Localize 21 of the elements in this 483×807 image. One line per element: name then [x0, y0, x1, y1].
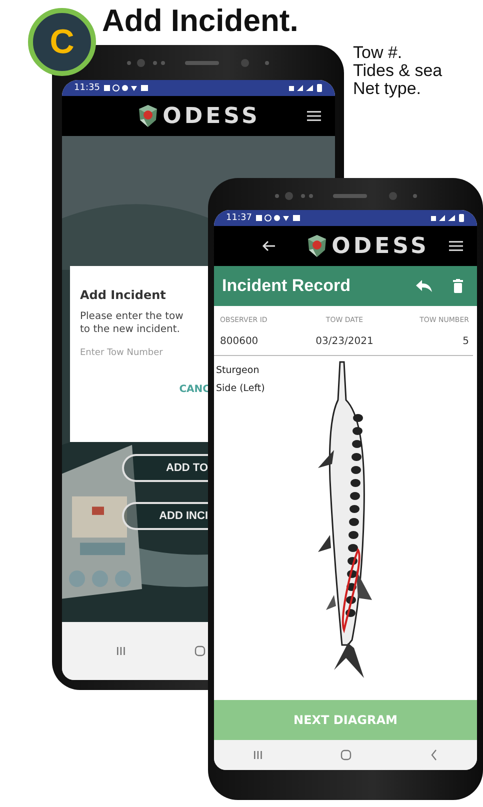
dialog-title: Add Incident: [80, 288, 166, 302]
dialog-message: Please enter the tow: [80, 310, 184, 323]
toolbar-title: Incident Record: [222, 276, 350, 296]
outlined-button[interactable]: ADD TO: [122, 454, 210, 482]
outlined-button[interactable]: ADD INCI: [122, 502, 210, 530]
app-logo-text: ODESS: [162, 104, 260, 128]
app-logo-text: ODESS: [332, 234, 430, 258]
step-badge: C: [28, 8, 96, 76]
column-value: 5: [462, 336, 469, 347]
status-time: 11:35: [74, 83, 100, 93]
tow-number-field[interactable]: Enter Tow Number: [80, 348, 190, 358]
note-text: Tides & sea: [353, 62, 442, 80]
column-value: 800600: [220, 336, 258, 347]
slide-title: Add Incident.: [102, 4, 298, 38]
diagram-label: Side (Left): [216, 382, 265, 396]
note-text: Tow #.: [353, 44, 404, 62]
dialog-message: to the new incident.: [80, 323, 180, 336]
column-value: 03/23/2021: [316, 336, 374, 347]
diagram-label: Sturgeon: [216, 364, 260, 378]
status-time: 11:37: [226, 213, 252, 223]
note-text: Net type.: [353, 80, 422, 98]
